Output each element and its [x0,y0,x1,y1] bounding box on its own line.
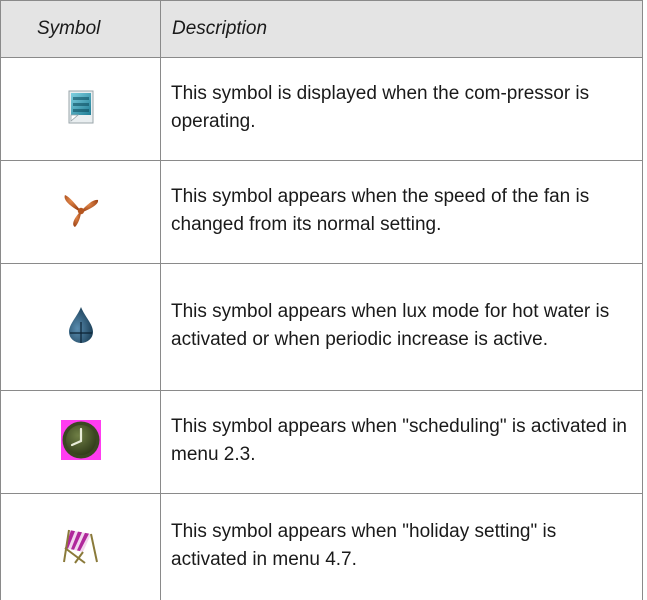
symbol-cell [1,161,161,264]
description-cell: This symbol appears when lux mode for ho… [161,264,643,391]
symbol-cell [1,494,161,600]
symbol-table: Symbol Description [0,0,643,600]
table-row: This symbol appears when "holiday settin… [1,494,643,600]
description-cell: This symbol appears when "scheduling" is… [161,391,643,494]
description-cell: This symbol is displayed when the com-pr… [161,58,643,161]
table-row: This symbol appears when the speed of th… [1,161,643,264]
table-row: This symbol is displayed when the com-pr… [1,58,643,161]
symbol-cell [1,58,161,161]
clock-icon [61,420,101,465]
fan-icon [62,191,100,234]
table-header-row: Symbol Description [1,1,643,58]
header-symbol: Symbol [1,1,161,58]
deck-chair-icon [61,526,101,569]
symbol-cell [1,264,161,391]
table-row: This symbol appears when "scheduling" is… [1,391,643,494]
description-cell: This symbol appears when "holiday settin… [161,494,643,600]
header-description: Description [161,1,643,58]
water-drop-icon [66,306,96,349]
description-cell: This symbol appears when the speed of th… [161,161,643,264]
table-row: This symbol appears when lux mode for ho… [1,264,643,391]
symbol-cell [1,391,161,494]
compressor-icon [68,90,94,129]
